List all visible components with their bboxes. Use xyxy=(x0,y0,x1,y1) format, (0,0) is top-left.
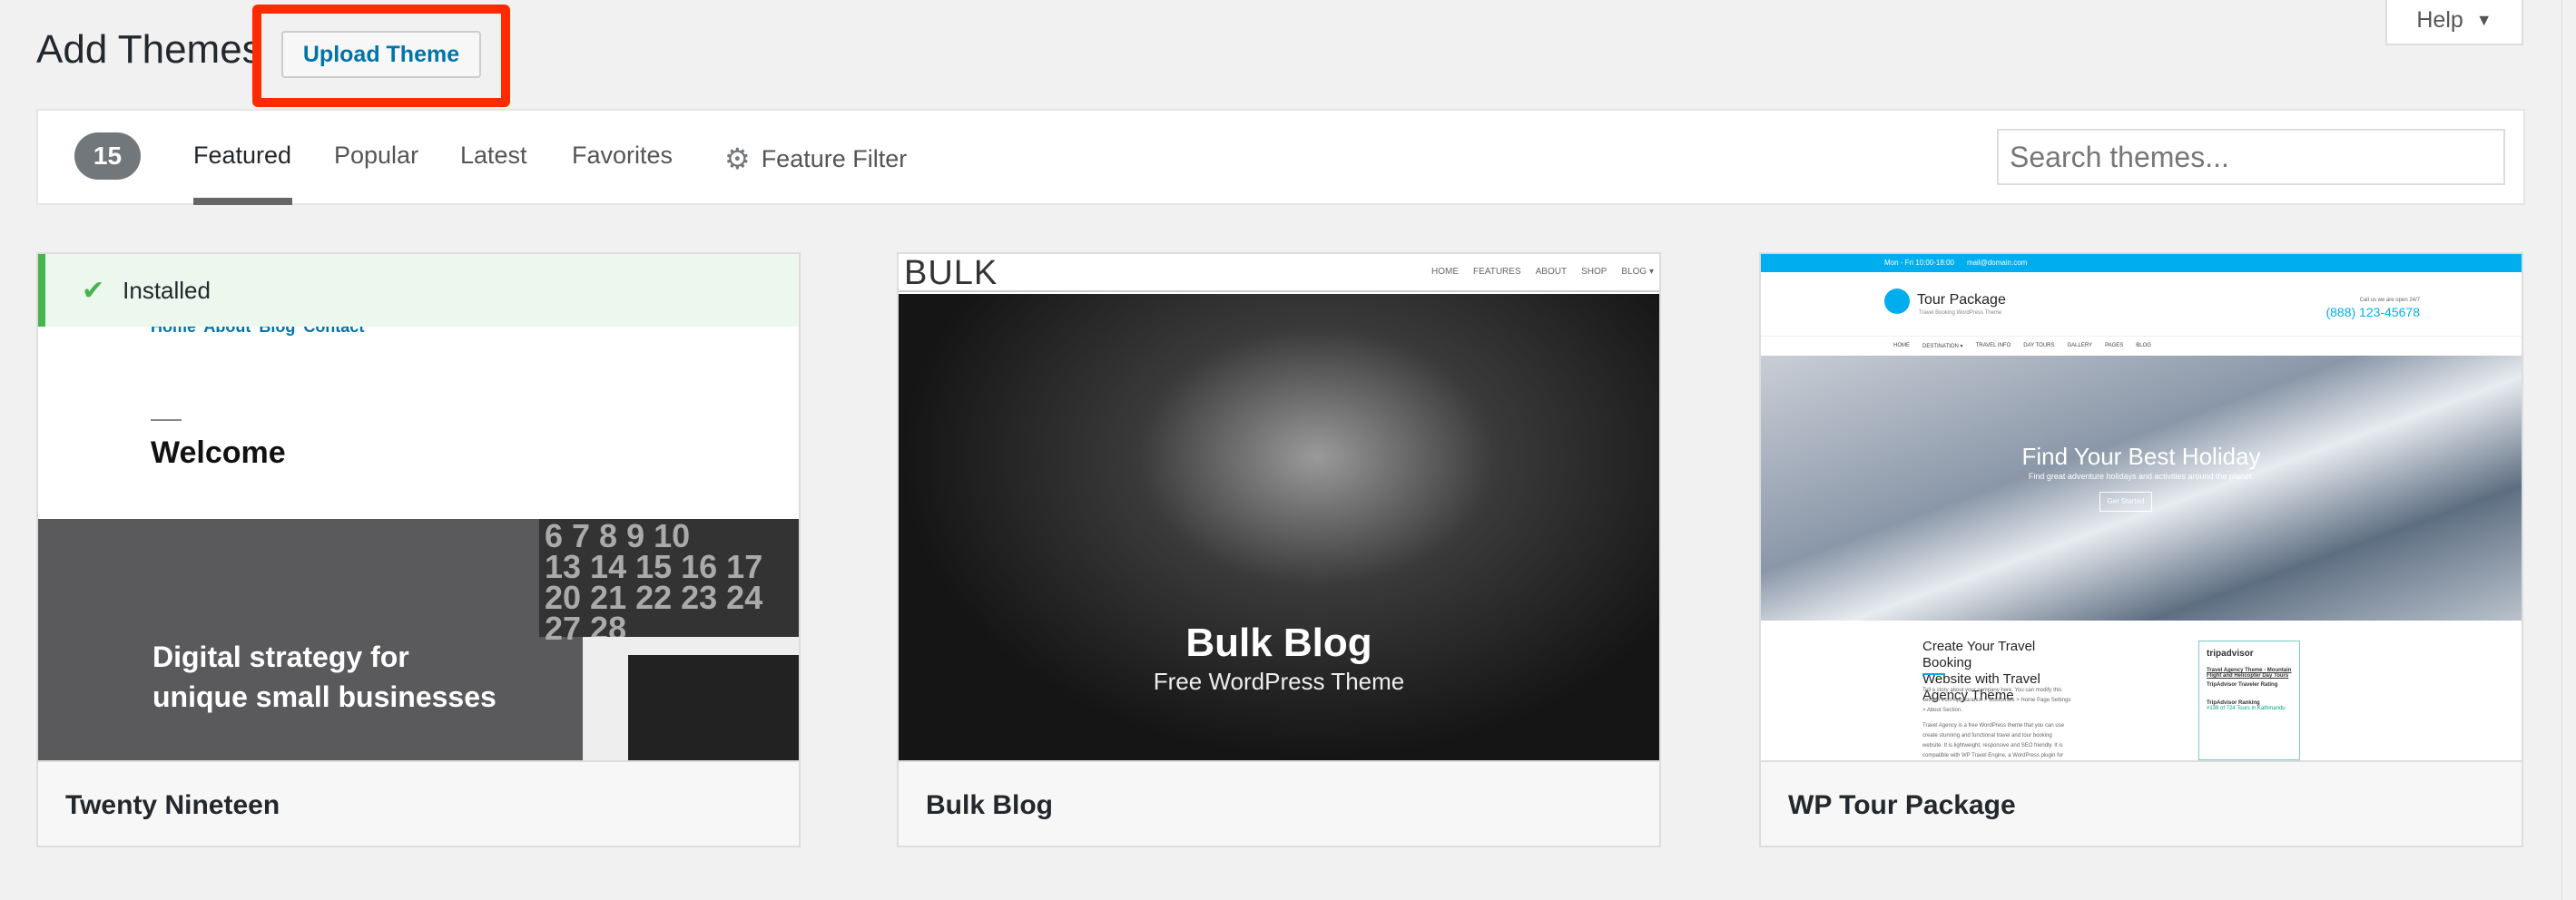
preview-hero: Find Your Best Holiday Find great advent… xyxy=(1761,356,2522,621)
checkmark-icon: ✔ xyxy=(82,275,105,306)
preview-heading: Welcome xyxy=(151,435,286,470)
theme-screenshot: Mon - Fri 10:00-18:00 mail@domain.com Tou… xyxy=(1761,254,2522,760)
search-themes-input[interactable] xyxy=(1997,129,2505,185)
caret-down-icon: ▼ xyxy=(2475,10,2492,29)
tab-latest[interactable]: Latest xyxy=(460,142,527,170)
theme-count-badge: 15 xyxy=(74,132,141,180)
upload-theme-button[interactable]: Upload Theme xyxy=(281,31,481,78)
preview-calendar: 6 7 8 9 10 13 14 15 16 17 20 21 22 23 24 27… xyxy=(539,519,799,645)
theme-screenshot: ✔ Installed Home About Blog Contact Welco… xyxy=(38,254,799,760)
tour-logo-icon xyxy=(1884,289,1910,314)
theme-name: Twenty Nineteen xyxy=(38,760,799,846)
preview-logo: BULK xyxy=(904,254,998,292)
help-button[interactable]: Help ▼ xyxy=(2385,0,2523,45)
active-tab-indicator xyxy=(193,198,292,205)
scrollbar[interactable] xyxy=(2561,0,2576,900)
theme-card-bulk-blog[interactable]: BULK HOME FEATURES ABOUT SHOP BLOG ▾ Bulk Bl… xyxy=(897,252,1661,847)
tab-popular[interactable]: Popular xyxy=(334,142,418,170)
feature-filter-button[interactable]: ⚙ Feature Filter xyxy=(724,142,907,176)
tab-featured[interactable]: Featured xyxy=(193,142,291,170)
gear-icon: ⚙ xyxy=(724,142,751,175)
theme-name: Bulk Blog xyxy=(899,760,1659,846)
help-label: Help xyxy=(2416,6,2463,33)
tab-favorites[interactable]: Favorites xyxy=(572,142,673,170)
theme-card-twenty-nineteen[interactable]: ✔ Installed Home About Blog Contact Welco… xyxy=(36,252,801,847)
preview-hero: 6 7 8 9 10 13 14 15 16 17 20 21 22 23 24 27… xyxy=(38,519,799,760)
page-title: Add Themes xyxy=(36,27,262,72)
theme-name: WP Tour Package xyxy=(1761,760,2522,846)
preview-hero: Bulk Blog Free WordPress Theme xyxy=(899,294,1659,760)
theme-screenshot: BULK HOME FEATURES ABOUT SHOP BLOG ▾ Bulk Bl… xyxy=(899,254,1659,760)
theme-card-wp-tour-package[interactable]: Mon - Fri 10:00-18:00 mail@domain.com Tou… xyxy=(1759,252,2523,847)
feature-filter-label: Feature Filter xyxy=(761,144,908,172)
installed-notice: ✔ Installed xyxy=(38,254,799,327)
